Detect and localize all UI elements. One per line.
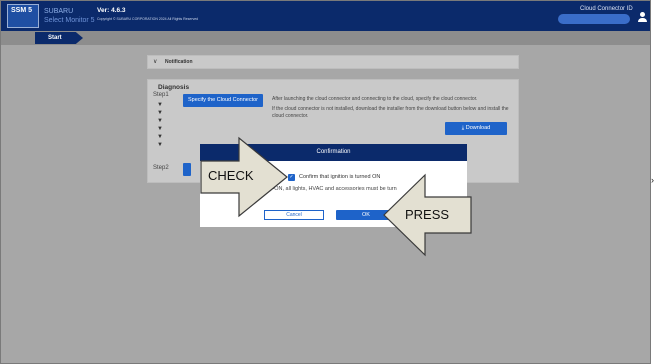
check-callout-text: CHECK bbox=[208, 168, 254, 183]
app-window: SSM 5 SUBARU Select Monitor 5 Ver: 4.6.3… bbox=[0, 0, 651, 364]
chevron-right-icon: › bbox=[651, 175, 654, 185]
callout-overlay bbox=[200, 136, 472, 257]
press-callout-text: PRESS bbox=[405, 207, 450, 222]
